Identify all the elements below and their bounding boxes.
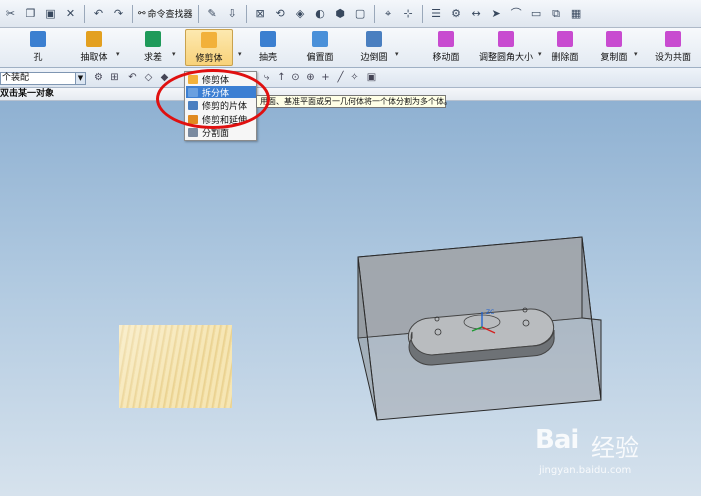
highlight-annotation xyxy=(156,69,270,129)
solid-body-scene: ZC xyxy=(357,236,602,421)
baidu-watermark: Bai 经验 jingyan.baidu.com xyxy=(535,425,695,485)
divide-face-icon xyxy=(188,127,198,137)
watermark-url: jingyan.baidu.com xyxy=(539,465,632,476)
csys-label: ZC xyxy=(486,309,494,316)
watermark-brand-suffix: 经验 xyxy=(591,434,639,462)
split-body-tooltip: 用面、基准平面或另一几何体将一个体分割为多个体。 xyxy=(256,95,452,108)
watermark-brand: Bai xyxy=(535,425,579,455)
